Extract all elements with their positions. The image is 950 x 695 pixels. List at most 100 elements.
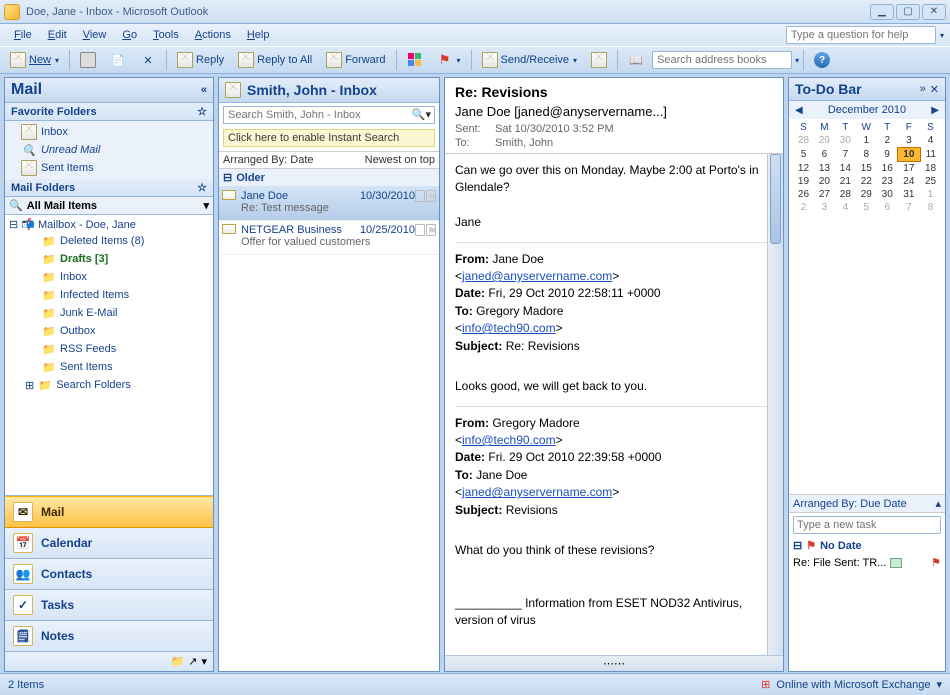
calendar-day[interactable]: 27 [814,188,835,201]
folder-list-shortcut[interactable]: 📁 [171,655,185,668]
mail-folders-header[interactable]: Mail Folders☆ [5,179,213,197]
all-mail-items[interactable]: 🔍All Mail Items▾ [5,197,213,215]
calendar-day[interactable]: 25 [920,175,941,188]
calendar-day[interactable]: 8 [920,201,941,214]
calendar-day[interactable]: 5 [856,201,877,214]
address-book-button[interactable]: 📖 [622,49,650,71]
folder-drafts[interactable]: 📁 Drafts [3] [9,250,209,268]
help-search-input[interactable] [786,26,936,44]
next-month-button[interactable]: ▶ [931,105,939,116]
folder-deleted-items[interactable]: 📁 Deleted Items (8) [9,232,209,250]
calendar-day[interactable]: 3 [814,201,835,214]
calendar-day[interactable]: 10 [898,148,920,162]
calendar-day[interactable]: 13 [814,162,835,176]
flag-placeholder[interactable]: ⚑ [426,190,436,202]
fav-folders-header[interactable]: Favorite Folders☆ [5,103,213,121]
calendar-day[interactable]: 12 [793,162,814,176]
calendar-day[interactable]: 1 [920,188,941,201]
folder-sent-items[interactable]: 📁 Sent Items [9,358,209,376]
folder-junk-e-mail[interactable]: 📁 Junk E-Mail [9,304,209,322]
search-icon[interactable]: 🔍▾ [412,108,431,121]
calendar-day[interactable]: 1 [856,134,877,148]
minimize-button[interactable]: ▁ [870,4,894,20]
wunderbar-tasks[interactable]: ✓Tasks [5,590,213,621]
flag-icon[interactable]: ⚑ [931,556,941,569]
email-link[interactable]: info@tech90.com [462,433,556,447]
calendar-day[interactable]: 28 [793,134,814,148]
calendar-day[interactable]: 18 [920,162,941,176]
configure-buttons[interactable]: ▾ [201,655,207,668]
calendar-day[interactable]: 22 [856,175,877,188]
fav-unread[interactable]: 🔍Unread Mail [21,141,209,159]
calendar-day[interactable]: 24 [898,175,920,188]
calendar-day[interactable]: 5 [793,148,814,162]
calendar-day[interactable]: 16 [877,162,898,176]
prev-month-button[interactable]: ◀ [795,105,803,116]
shortcuts-button[interactable]: ↗ [188,655,197,668]
calendar-day[interactable]: 3 [898,134,920,148]
calendar-day[interactable]: 29 [814,134,835,148]
close-button[interactable]: ✕ [922,4,946,20]
folder-search-folders[interactable]: ⊞ 📁 Search Folders [9,376,209,394]
wunderbar-notes[interactable]: 🗒Notes [5,621,213,652]
menu-tools[interactable]: Tools [145,27,187,43]
group-older[interactable]: ⊟ Older [219,169,439,187]
folder-outbox[interactable]: 📁 Outbox [9,322,209,340]
calendar-day[interactable]: 11 [920,148,941,162]
task-item[interactable]: Re: File Sent: TR... ⚑ [789,554,945,571]
date-navigator[interactable]: SMTWTFS282930123456789101112131415161718… [789,119,945,220]
calendar-day[interactable]: 6 [814,148,835,162]
calendar-day[interactable]: 7 [898,201,920,214]
expand-todo-button[interactable]: » [920,83,926,96]
wunderbar-mail[interactable]: ✉Mail [5,496,213,528]
calendar-day[interactable]: 7 [835,148,856,162]
menu-edit[interactable]: Edit [40,27,75,43]
calendar-day[interactable]: 14 [835,162,856,176]
help-search[interactable]: ▾ [786,26,944,44]
wunderbar-calendar[interactable]: 📅Calendar [5,528,213,559]
collapse-nav-button[interactable]: « [201,84,207,96]
calendar-day[interactable]: 4 [835,201,856,214]
menu-help[interactable]: Help [239,27,278,43]
calendar-day[interactable]: 8 [856,148,877,162]
status-menu-button[interactable]: ▾ [936,678,942,691]
new-button[interactable]: New▾ [4,49,65,71]
move-button[interactable]: 📄 [104,49,132,71]
calendar-day[interactable]: 6 [877,201,898,214]
calendar-day[interactable]: 15 [856,162,877,176]
folder-infected-items[interactable]: 📁 Infected Items [9,286,209,304]
flag-button[interactable]: ⚑▾ [431,49,467,71]
calendar-day[interactable]: 2 [793,201,814,214]
mailbox-root[interactable]: ⊟ 📬 Mailbox - Doe, Jane [9,217,209,232]
instant-search-banner[interactable]: Click here to enable Instant Search [223,129,435,147]
folder-inbox[interactable]: 📁 Inbox [9,268,209,286]
calendar-day[interactable]: 29 [856,188,877,201]
reply-all-button[interactable]: Reply to All [232,49,318,71]
calendar-day[interactable]: 9 [877,148,898,162]
calendar-day[interactable]: 28 [835,188,856,201]
vertical-scrollbar[interactable] [767,154,783,655]
calendar-day[interactable]: 4 [920,134,941,148]
maximize-button[interactable]: ▢ [896,4,920,20]
fav-inbox[interactable]: Inbox [21,123,209,141]
calendar-day[interactable]: 26 [793,188,814,201]
calendar-day[interactable]: 21 [835,175,856,188]
email-link[interactable]: info@tech90.com [462,321,556,335]
email-link[interactable]: janed@anyservername.com [462,269,612,283]
forward-button[interactable]: Forward [320,49,391,71]
sort-order-button[interactable]: Newest on top [329,152,439,168]
flag-placeholder[interactable]: ⚑ [426,224,436,236]
category-placeholder[interactable] [415,224,425,236]
delete-button[interactable]: ✕ [134,49,162,71]
horizontal-scrollbar[interactable]: ⋯⋯ [445,655,783,671]
calendar-day[interactable]: 30 [877,188,898,201]
message-item[interactable]: NETGEAR Business10/25/2010Offer for valu… [219,221,439,255]
menu-go[interactable]: Go [114,27,145,43]
send-receive-button[interactable]: Send/Receive▾ [476,49,584,71]
task-group-nodate[interactable]: ⊟ ⚑ No Date [789,537,945,554]
calendar-day[interactable]: 30 [835,134,856,148]
print-button[interactable] [74,49,102,71]
email-link[interactable]: janed@anyservername.com [462,485,612,499]
reply-button[interactable]: Reply [171,49,230,71]
list-search-input[interactable] [223,106,435,124]
